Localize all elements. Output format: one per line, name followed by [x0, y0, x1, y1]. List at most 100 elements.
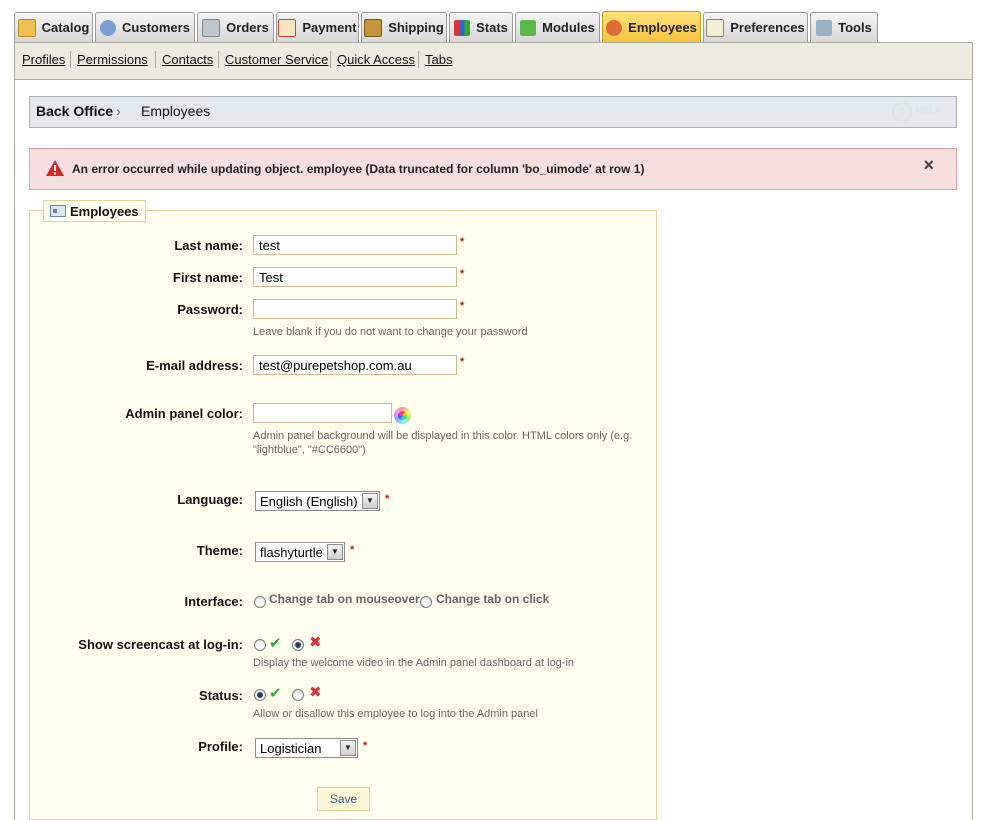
- email-input[interactable]: [253, 355, 457, 375]
- breadcrumb: Back Office › Employees ? HELP: [29, 96, 957, 128]
- interface-click-label[interactable]: Change tab on click: [436, 592, 549, 606]
- required-mark: *: [460, 236, 465, 248]
- tab-label: Payment: [302, 20, 357, 35]
- theme-label: Theme:: [196, 543, 243, 558]
- tab-payment[interactable]: Payment: [276, 12, 359, 42]
- tab-tools[interactable]: Tools: [810, 12, 878, 42]
- breadcrumb-root[interactable]: Back Office: [36, 103, 113, 119]
- interface-label: Interface:: [184, 594, 243, 609]
- submenu-bar: Profiles Permissions Contacts Customer S…: [14, 42, 973, 80]
- screencast-yes-radio[interactable]: [254, 639, 266, 651]
- submenu-profiles[interactable]: Profiles: [22, 52, 65, 67]
- tab-label: Preferences: [730, 20, 805, 35]
- interface-click-radio[interactable]: [420, 596, 432, 608]
- submenu-tabs[interactable]: Tabs: [425, 52, 452, 67]
- chevron-right-icon: ›: [116, 103, 121, 119]
- interface-mouseover-radio[interactable]: [254, 596, 266, 608]
- preferences-icon: [706, 18, 725, 37]
- status-hint: Allow or disallow this employee to log i…: [253, 708, 538, 720]
- error-text: An error occurred while updating object.…: [72, 162, 645, 176]
- help-icon[interactable]: ?: [892, 102, 912, 122]
- cart-icon: [202, 18, 221, 37]
- required-mark: *: [363, 740, 368, 752]
- password-input[interactable]: [253, 299, 457, 319]
- warning-icon: [46, 160, 64, 176]
- submenu-separator: [70, 51, 71, 68]
- required-mark: *: [460, 300, 465, 312]
- chevron-down-icon: ▼: [362, 493, 378, 509]
- main-tab-bar: Catalog Customers Orders Payment Shippin…: [0, 10, 985, 43]
- submenu-permissions[interactable]: Permissions: [77, 52, 148, 67]
- tab-customers[interactable]: Customers: [95, 12, 195, 42]
- id-card-icon: [50, 205, 66, 217]
- first-name-label: First name:: [172, 270, 243, 285]
- form-legend: Employees: [43, 200, 146, 222]
- cross-icon: ✖: [309, 634, 322, 651]
- screencast-no-radio[interactable]: [292, 639, 304, 651]
- admin-color-label: Admin panel color:: [125, 406, 243, 421]
- tab-shipping[interactable]: Shipping: [361, 12, 447, 42]
- status-no-radio[interactable]: [292, 689, 304, 701]
- theme-select[interactable]: flashyturtle ▼: [255, 542, 345, 562]
- tab-catalog[interactable]: Catalog: [14, 12, 93, 42]
- tab-label: Catalog: [41, 20, 90, 35]
- password-label: Password:: [177, 302, 243, 317]
- truck-icon: [364, 18, 383, 37]
- tab-label: Customers: [122, 20, 190, 35]
- tab-orders[interactable]: Orders: [197, 12, 274, 42]
- password-hint: Leave blank if you do not want to change…: [253, 326, 528, 338]
- submenu-separator: [330, 51, 331, 68]
- save-button[interactable]: Save: [317, 787, 370, 811]
- profile-select[interactable]: Logistician ▼: [255, 738, 358, 758]
- submenu-customer-service[interactable]: Customer Service: [225, 52, 328, 67]
- submenu-contacts[interactable]: Contacts: [162, 52, 213, 67]
- last-name-label: Last name:: [174, 238, 243, 253]
- email-label: E-mail address:: [146, 358, 243, 373]
- submenu-separator: [218, 51, 219, 68]
- chevron-down-icon: ▼: [340, 740, 356, 756]
- breadcrumb-current: Employees: [141, 103, 211, 119]
- status-label: Status:: [198, 688, 243, 703]
- tab-label: Modules: [542, 20, 595, 35]
- required-mark: *: [350, 544, 355, 556]
- employee-icon: [606, 19, 623, 36]
- color-picker-icon[interactable]: [394, 407, 411, 424]
- folder-icon: [17, 18, 36, 37]
- puzzle-icon: [520, 19, 537, 36]
- profile-value: Logistician: [260, 741, 322, 756]
- required-mark: *: [460, 356, 465, 368]
- tab-label: Tools: [838, 20, 872, 35]
- theme-value: flashyturtle: [260, 545, 323, 560]
- admin-color-hint-2: "lightblue", "#CC6600"): [253, 444, 366, 456]
- language-select[interactable]: English (English) ▼: [255, 491, 380, 511]
- tab-label: Stats: [476, 20, 508, 35]
- close-icon[interactable]: ×: [923, 155, 934, 176]
- tab-label: Orders: [226, 20, 269, 35]
- admin-color-input[interactable]: [253, 403, 392, 423]
- tab-label: Shipping: [388, 20, 444, 35]
- language-label: Language:: [177, 492, 243, 507]
- screencast-label: Show screencast at log-in:: [78, 637, 243, 652]
- help-label[interactable]: HELP: [915, 106, 942, 117]
- tab-employees[interactable]: Employees: [602, 11, 701, 43]
- tab-modules[interactable]: Modules: [515, 12, 600, 42]
- submenu-separator: [418, 51, 419, 68]
- cross-icon: ✖: [309, 684, 322, 701]
- check-icon: ✔: [269, 685, 282, 702]
- wrench-icon: [816, 19, 833, 36]
- first-name-input[interactable]: [253, 267, 457, 287]
- tab-stats[interactable]: Stats: [449, 12, 513, 42]
- admin-color-hint-1: Admin panel background will be displayed…: [253, 430, 633, 442]
- submenu-separator: [155, 51, 156, 68]
- tab-label: Employees: [628, 20, 697, 35]
- user-icon: [100, 19, 117, 36]
- check-icon: ✔: [269, 635, 282, 652]
- language-value: English (English): [260, 494, 358, 509]
- status-yes-radio[interactable]: [254, 689, 266, 701]
- interface-mouseover-label[interactable]: Change tab on mouseover: [269, 592, 420, 606]
- tab-preferences[interactable]: Preferences: [703, 12, 808, 42]
- profile-label: Profile:: [198, 739, 243, 754]
- last-name-input[interactable]: [253, 235, 457, 255]
- error-message: An error occurred while updating object.…: [29, 148, 957, 190]
- submenu-quick-access[interactable]: Quick Access: [337, 52, 415, 67]
